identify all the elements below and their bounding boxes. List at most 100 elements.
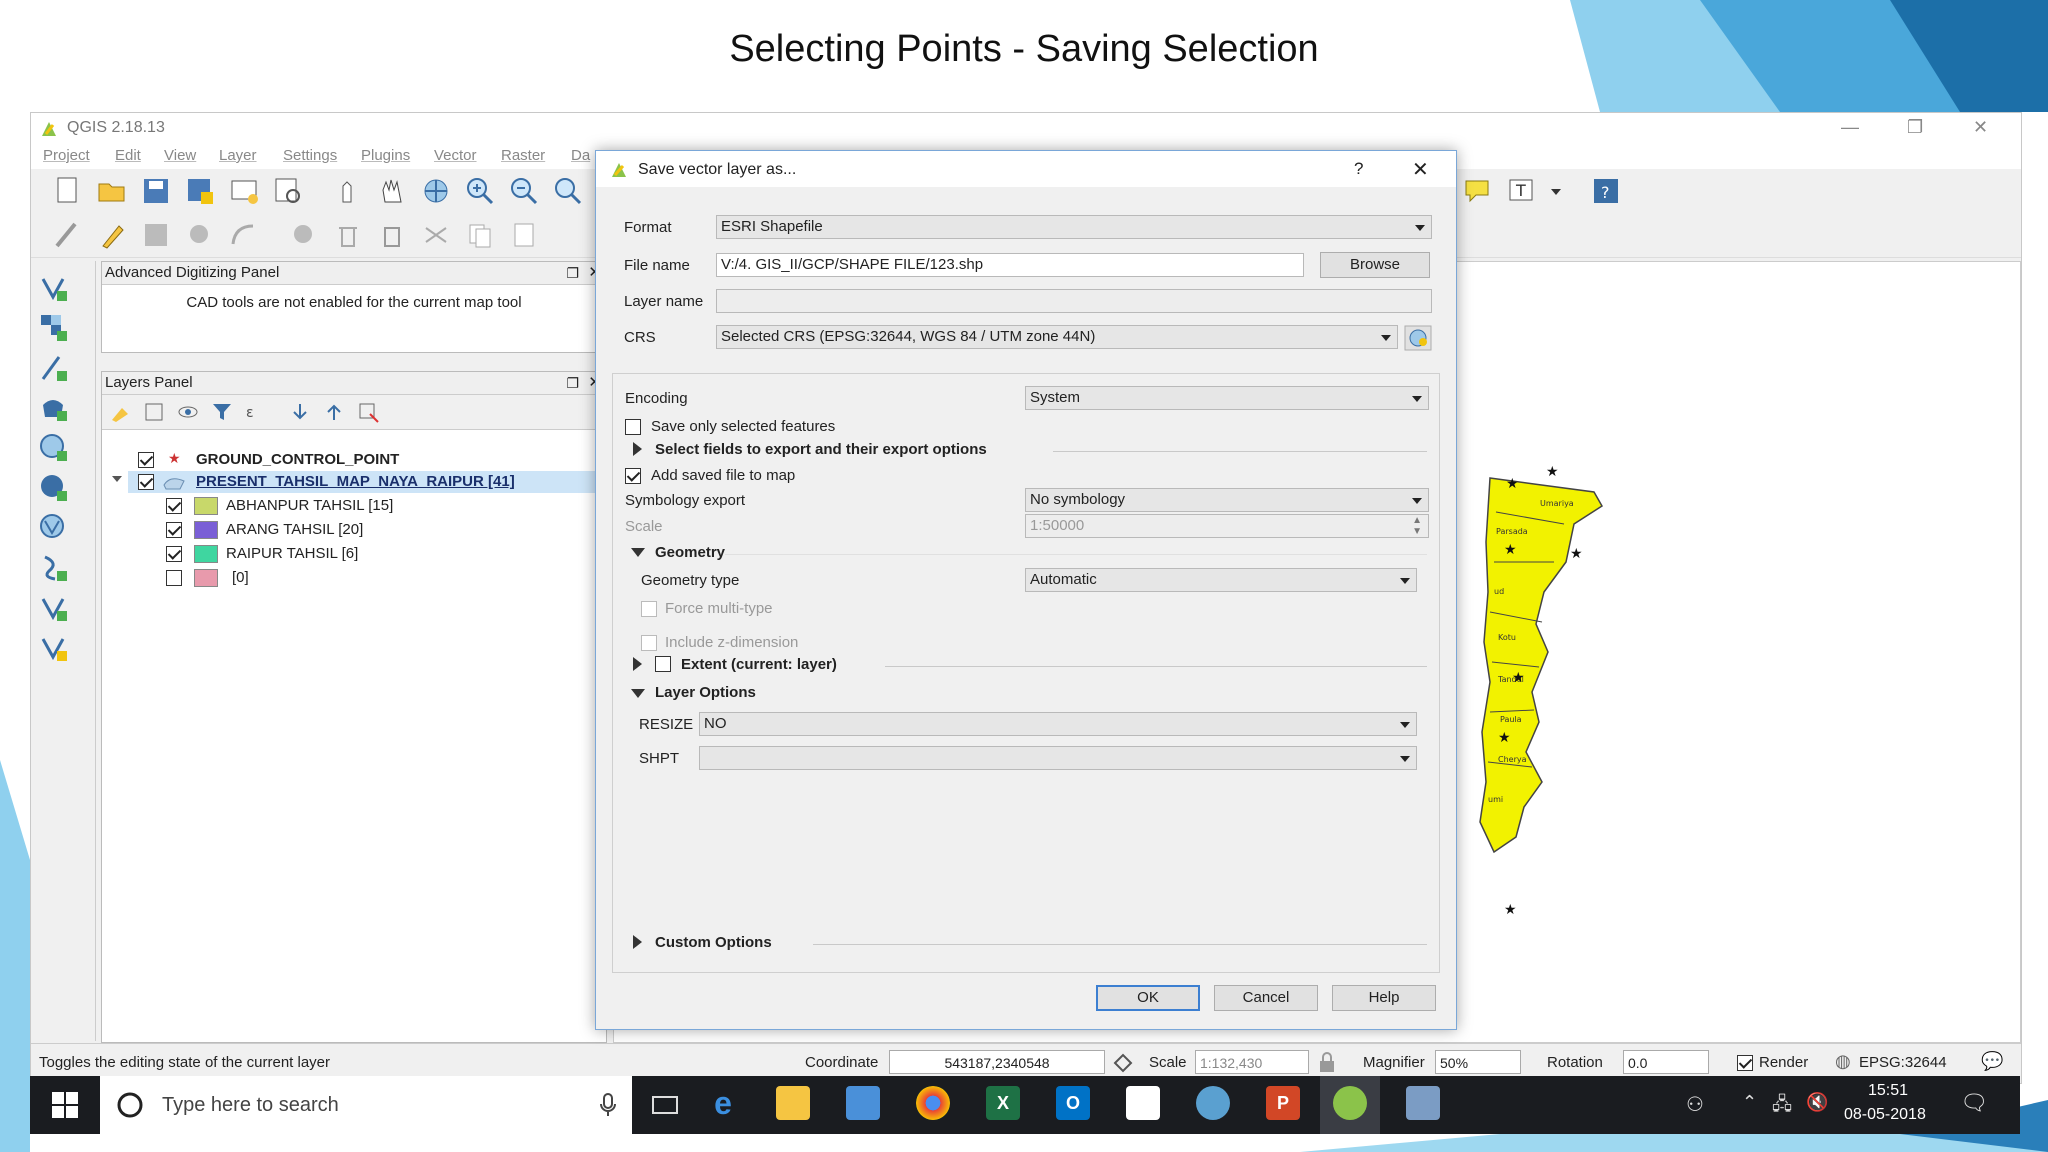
coordinate-field[interactable]: 543187,2340548: [889, 1050, 1105, 1074]
save-as-icon[interactable]: [185, 176, 215, 206]
category-empty[interactable]: [0]: [232, 569, 249, 586]
category-abhanpur[interactable]: ABHANPUR TAHSIL [15]: [226, 497, 393, 514]
menu-edit[interactable]: Edit: [115, 147, 141, 164]
minimize-icon[interactable]: —: [1841, 117, 1859, 138]
menu-view[interactable]: View: [164, 147, 196, 164]
scale-input[interactable]: 1:50000 ▲ ▼: [1025, 514, 1429, 538]
add-wfs-layer-icon[interactable]: [39, 513, 69, 543]
new-project-icon[interactable]: [53, 176, 83, 206]
magnifier-field[interactable]: 50%: [1435, 1050, 1521, 1074]
zoom-out-icon[interactable]: [509, 176, 539, 206]
new-print-composer-icon[interactable]: [229, 176, 259, 206]
category-checkbox[interactable]: [166, 498, 182, 514]
format-select[interactable]: ESRI Shapefile: [716, 215, 1432, 239]
windows-start-icon[interactable]: [52, 1092, 78, 1118]
expand-arrow-icon[interactable]: [112, 476, 122, 482]
add-saved-label[interactable]: Add saved file to map: [651, 467, 795, 484]
render-checkbox[interactable]: [1737, 1055, 1753, 1071]
chrome-browser-icon[interactable]: [916, 1086, 950, 1120]
node-tool-icon[interactable]: [289, 220, 319, 250]
annotation-dropdown-icon[interactable]: [1551, 189, 1561, 195]
toggle-editing-icon[interactable]: [97, 220, 127, 250]
add-virtual-layer-icon[interactable]: [39, 553, 69, 583]
mail-icon[interactable]: [1126, 1086, 1160, 1120]
people-icon[interactable]: ⚇: [1686, 1092, 1704, 1117]
category-checkbox[interactable]: [166, 546, 182, 562]
force-multi-checkbox[interactable]: [641, 601, 657, 617]
select-fields-section[interactable]: Select fields to export and their export…: [655, 441, 987, 458]
menu-vector[interactable]: Vector: [434, 147, 477, 164]
taskbar-search-box[interactable]: Type here to search: [100, 1076, 632, 1134]
add-vector-layer-icon[interactable]: [39, 273, 69, 303]
qgis-taskbar-icon[interactable]: [1333, 1086, 1367, 1120]
cancel-button[interactable]: Cancel: [1214, 985, 1318, 1011]
include-z-checkbox[interactable]: [641, 635, 657, 651]
move-feature-icon[interactable]: [229, 220, 259, 250]
filename-input[interactable]: V:/4. GIS_II/GCP/SHAPE FILE/123.shp: [716, 253, 1304, 277]
menu-plugins[interactable]: Plugins: [361, 147, 410, 164]
collapse-all-icon[interactable]: [322, 400, 346, 424]
add-raster-layer-icon[interactable]: [39, 313, 69, 343]
shpt-select[interactable]: [699, 746, 1417, 770]
ok-button[interactable]: OK: [1096, 985, 1200, 1011]
geometry-section[interactable]: Geometry: [655, 544, 725, 561]
select-crs-icon[interactable]: [1404, 325, 1432, 351]
menu-project[interactable]: Project: [43, 147, 90, 164]
add-wcs-layer-icon[interactable]: [39, 473, 69, 503]
help-question-icon[interactable]: ?: [1354, 159, 1363, 179]
category-checkbox[interactable]: [166, 522, 182, 538]
powerpoint-icon[interactable]: P: [1266, 1086, 1300, 1120]
filter-expression-icon[interactable]: ε: [244, 400, 268, 424]
menu-database[interactable]: Da: [571, 147, 590, 164]
map-tips-icon[interactable]: [1463, 176, 1493, 206]
copy-features-icon[interactable]: [465, 220, 495, 250]
manage-visibility-icon[interactable]: [176, 400, 200, 424]
remove-layer-icon[interactable]: [356, 400, 380, 424]
extent-checkbox[interactable]: [655, 656, 671, 672]
expand-arrow-icon[interactable]: [633, 657, 642, 671]
clock-date[interactable]: 08-05-2018: [1844, 1106, 1926, 1124]
layer-item-present-tahsil-map[interactable]: PRESENT_TAHSIL_MAP_NAYA_RAIPUR [41]: [196, 473, 515, 490]
save-selected-label[interactable]: Save only selected features: [651, 418, 835, 435]
crs-globe-icon[interactable]: ◍: [1835, 1051, 1851, 1072]
task-view-icon[interactable]: [650, 1090, 680, 1120]
composer-manager-icon[interactable]: [273, 176, 303, 206]
category-raipur[interactable]: RAIPUR TAHSIL [6]: [226, 545, 358, 562]
custom-options-section[interactable]: Custom Options: [655, 934, 772, 951]
save-selected-checkbox[interactable]: [625, 419, 641, 435]
text-annotation-icon[interactable]: T: [1507, 176, 1537, 206]
app-icon[interactable]: [846, 1086, 880, 1120]
help-icon[interactable]: ?: [1591, 176, 1621, 206]
layer-visibility-checkbox[interactable]: [138, 474, 154, 490]
category-arang[interactable]: ARANG TAHSIL [20]: [226, 521, 363, 538]
expand-arrow-icon[interactable]: [633, 442, 642, 456]
add-wms-layer-icon[interactable]: [39, 433, 69, 463]
float-panel-icon[interactable]: ❐: [566, 372, 579, 394]
close-icon[interactable]: ✕: [1973, 117, 1988, 138]
scale-field[interactable]: 1:132,430: [1195, 1050, 1309, 1074]
crs-status[interactable]: EPSG:32644: [1859, 1054, 1947, 1071]
close-icon[interactable]: ✕: [1412, 157, 1429, 182]
add-feature-icon[interactable]: [185, 220, 215, 250]
style-manager-icon[interactable]: [108, 400, 132, 424]
excel-icon[interactable]: X: [986, 1086, 1020, 1120]
open-project-icon[interactable]: [97, 176, 127, 206]
toggle-extents-icon[interactable]: [1111, 1052, 1135, 1074]
qgis-browser-icon[interactable]: [1406, 1086, 1440, 1120]
float-panel-icon[interactable]: ❐: [566, 262, 579, 284]
menu-raster[interactable]: Raster: [501, 147, 545, 164]
geometry-type-select[interactable]: Automatic: [1025, 568, 1417, 592]
encoding-select[interactable]: System: [1025, 386, 1429, 410]
zoom-in-icon[interactable]: [465, 176, 495, 206]
volume-muted-icon[interactable]: 🔇: [1806, 1092, 1828, 1113]
network-icon[interactable]: 🖧: [1772, 1092, 1792, 1122]
filter-legend-icon[interactable]: [210, 400, 234, 424]
trash-icon[interactable]: [377, 220, 407, 250]
browse-button[interactable]: Browse: [1320, 252, 1430, 278]
chevron-up-icon[interactable]: ⌃: [1742, 1092, 1757, 1113]
clock-time[interactable]: 15:51: [1868, 1082, 1908, 1100]
cut-features-icon[interactable]: [421, 220, 451, 250]
add-delimited-text-icon[interactable]: [39, 353, 69, 383]
zoom-full-icon[interactable]: [553, 176, 583, 206]
save-project-icon[interactable]: [141, 176, 171, 206]
